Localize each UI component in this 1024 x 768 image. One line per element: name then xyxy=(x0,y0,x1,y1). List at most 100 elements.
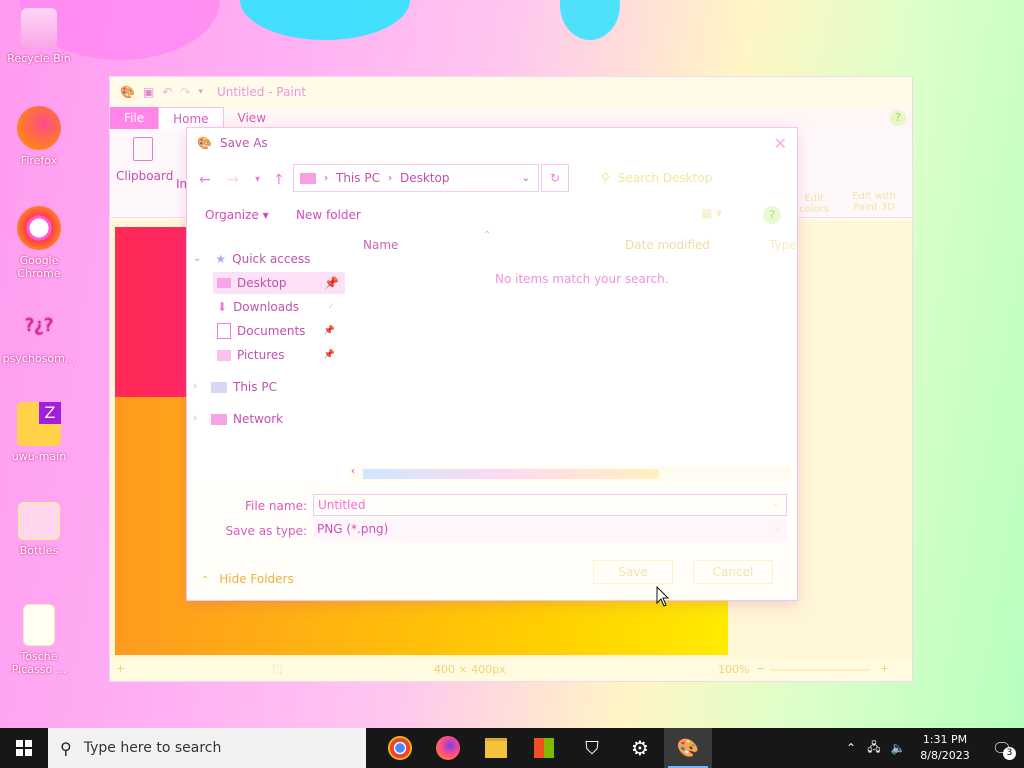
horizontal-scrollbar[interactable]: ‹ › xyxy=(349,466,793,482)
help-icon[interactable]: ? xyxy=(890,110,906,126)
new-folder-button[interactable]: New folder xyxy=(296,208,361,222)
file-list-header: Name ⌃ Date modified Type xyxy=(363,230,797,256)
microsoft-store-icon xyxy=(534,738,554,758)
network-icon xyxy=(211,413,227,425)
back-arrow-icon[interactable]: ← xyxy=(199,172,211,188)
file-explorer-icon xyxy=(485,738,507,758)
hide-folders-button[interactable]: ⌃ Hide Folders xyxy=(201,572,294,586)
add-icon: + xyxy=(116,662,126,675)
view-options-icon[interactable]: ▦ ▾ xyxy=(701,206,722,220)
search-box[interactable]: ⚲ Search Desktop xyxy=(593,164,789,192)
volume-icon[interactable]: 🔈 xyxy=(886,741,910,755)
show-hidden-icons-chevron-icon[interactable]: ⌃ xyxy=(840,741,862,755)
file-name-field[interactable]: Untitled ⌄ xyxy=(313,494,787,516)
taskbar-search-box[interactable]: ⚲ Type here to search xyxy=(48,728,366,768)
network-status-icon[interactable]: 🖧 xyxy=(862,738,886,759)
save-icon[interactable]: ▣ xyxy=(143,85,154,99)
wallpaper-blob-cyan xyxy=(240,0,410,40)
taskbar-firefox[interactable] xyxy=(424,728,472,768)
nav-quick-access[interactable]: ⌄ ★ Quick access xyxy=(193,248,310,270)
tab-file[interactable]: File xyxy=(110,107,159,129)
column-date-modified[interactable]: Date modified xyxy=(625,238,710,252)
quick-access-dropdown-icon[interactable]: ▾ xyxy=(198,87,203,97)
column-type[interactable]: Type xyxy=(769,238,797,252)
zoom-out-icon[interactable]: − xyxy=(756,662,765,675)
save-as-type-label: Save as type: xyxy=(225,524,307,538)
start-button[interactable] xyxy=(0,728,48,768)
breadcrumb-desktop[interactable]: Desktop xyxy=(400,171,450,185)
recent-locations-dropdown-icon[interactable]: ▾ xyxy=(255,174,260,185)
paint-app-icon: 🎨 xyxy=(120,85,135,99)
canvas-size-readout: 400 × 400px xyxy=(434,663,506,676)
document-shortcut-icon xyxy=(23,604,55,646)
taskbar-microsoft-store[interactable] xyxy=(520,728,568,768)
search-icon: ⚲ xyxy=(601,171,610,185)
desktop-folder-icon xyxy=(217,278,231,288)
refresh-icon[interactable]: ↻ xyxy=(541,164,569,192)
organize-button[interactable]: Organize ▾ xyxy=(205,208,269,222)
scroll-right-icon[interactable]: › xyxy=(787,466,791,477)
zoom-slider[interactable] xyxy=(770,669,870,671)
address-dropdown-icon[interactable]: ⌄ xyxy=(522,173,530,184)
desktop-icon-firefox[interactable]: Firefox xyxy=(0,106,78,167)
help-icon[interactable]: ? xyxy=(763,206,781,224)
paint-icon: 🎨 xyxy=(676,737,700,759)
tab-view[interactable]: View xyxy=(224,107,280,129)
search-placeholder: Search Desktop xyxy=(617,171,713,185)
taskbar-chrome[interactable] xyxy=(376,728,424,768)
clock[interactable]: 1:31 PM 8/8/2023 xyxy=(910,732,980,764)
undo-icon[interactable]: ↶ xyxy=(162,85,172,99)
breadcrumb-this-pc[interactable]: This PC xyxy=(336,171,380,185)
expand-chevron-icon: ⌄ xyxy=(193,253,202,264)
action-center-button[interactable]: 🗨 3 xyxy=(980,728,1024,768)
clock-time: 1:31 PM xyxy=(922,733,968,746)
nav-pictures[interactable]: Pictures 📌 xyxy=(217,344,341,366)
column-name[interactable]: Name xyxy=(363,238,398,252)
taskbar-paint[interactable]: 🎨 xyxy=(664,728,712,768)
scroll-left-icon[interactable]: ‹ xyxy=(351,466,355,477)
recycle-bin-icon xyxy=(21,8,57,48)
desktop-icon-psychosom[interactable]: ?¿? psychosom... xyxy=(0,304,78,365)
desktop-icon-document-shortcut[interactable]: Tosche Picasso ... xyxy=(0,604,78,676)
cancel-button[interactable]: Cancel xyxy=(693,560,773,584)
nav-desktop[interactable]: Desktop 📌 xyxy=(213,272,345,294)
redo-icon[interactable]: ↷ xyxy=(180,85,190,99)
taskbar-settings[interactable]: ⚙ xyxy=(616,728,664,768)
chrome-icon xyxy=(17,206,61,250)
nav-this-pc[interactable]: › This PC xyxy=(193,376,277,398)
dialog-title: Save As xyxy=(219,136,268,150)
psychosomatic-file-icon: ?¿? xyxy=(24,315,54,336)
edit-with-paint3d-button[interactable]: Edit with Paint 3D xyxy=(846,191,902,213)
notification-count-badge: 3 xyxy=(1003,747,1016,760)
save-as-type-dropdown-icon[interactable]: ⌄ xyxy=(773,522,781,533)
clipboard-group[interactable]: Clipboard xyxy=(116,137,173,183)
pin-icon: 📌 xyxy=(324,276,339,290)
zoom-in-icon[interactable]: + xyxy=(880,662,889,675)
forward-arrow-icon[interactable]: → xyxy=(227,172,239,188)
nav-documents[interactable]: Documents 📌 xyxy=(217,320,341,342)
edit-colors-button[interactable]: Edit colors xyxy=(796,193,832,215)
paint-ribbon-tabs: File Home View ? xyxy=(110,106,912,130)
desktop-icon-bottles[interactable]: Bottles xyxy=(0,502,78,557)
close-icon[interactable]: ✕ xyxy=(774,134,787,153)
nav-network[interactable]: › Network xyxy=(193,408,283,430)
desktop-icon-uwu-main[interactable]: Z uwu-main xyxy=(0,402,78,463)
navigation-pane: ⌄ ★ Quick access Desktop 📌 ⬇ Downloads ✓… xyxy=(187,240,347,470)
breadcrumb-separator-icon: › xyxy=(387,172,392,184)
address-bar[interactable]: › This PC › Desktop ⌄ xyxy=(293,164,539,192)
save-as-type-select[interactable]: PNG (*.png) ⌄ xyxy=(313,519,787,541)
chrome-icon xyxy=(388,736,412,760)
desktop-icon-google-chrome[interactable]: Google Chrome xyxy=(0,206,78,280)
file-name-dropdown-icon[interactable]: ⌄ xyxy=(772,498,780,509)
firefox-icon xyxy=(436,736,460,760)
up-arrow-icon[interactable]: ↑ xyxy=(273,172,285,188)
taskbar-windows-security[interactable]: ⛉ xyxy=(568,728,616,768)
file-name-value: Untitled xyxy=(318,498,366,512)
taskbar-file-explorer[interactable] xyxy=(472,728,520,768)
save-button[interactable]: Save xyxy=(593,560,673,584)
windows-logo-icon xyxy=(16,740,32,756)
scroll-thumb[interactable] xyxy=(363,469,659,479)
desktop-icon-recycle-bin[interactable]: Recycle Bin xyxy=(0,8,78,65)
tab-home[interactable]: Home xyxy=(158,106,224,130)
nav-downloads[interactable]: ⬇ Downloads ✓ xyxy=(217,296,341,318)
